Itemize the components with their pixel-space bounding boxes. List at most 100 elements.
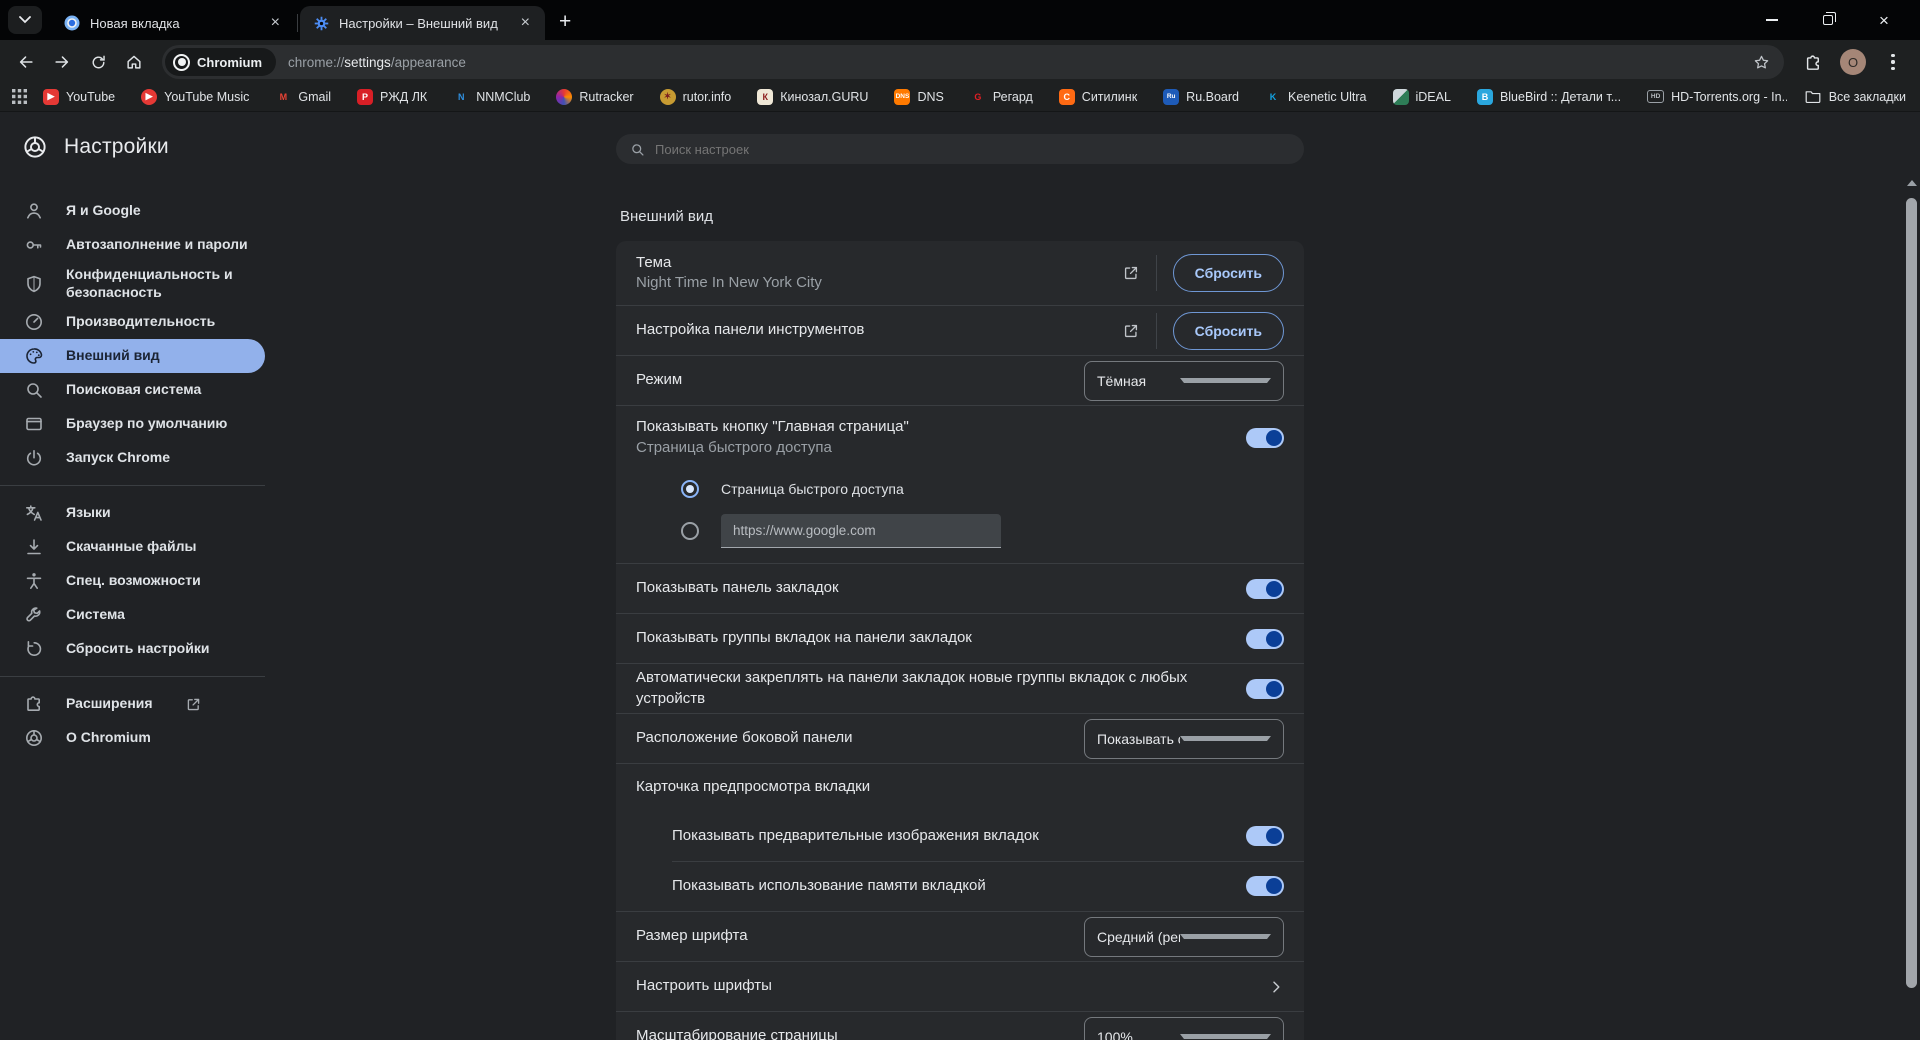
close-button[interactable]: × [1856, 0, 1912, 40]
tab-groups-toggle[interactable] [1246, 628, 1284, 649]
bookmark-item[interactable]: K Keenetic Ultra [1265, 89, 1367, 105]
row-tab-preview-header: Карточка предпросмотра вкладки [616, 763, 1304, 811]
address-bar[interactable]: Chromium chrome://settings/appearance [162, 45, 1784, 79]
sidebar-item-label: О Chromium [66, 729, 151, 746]
accessibility-icon [24, 571, 44, 591]
person-icon [24, 201, 44, 221]
home-url-input[interactable]: https://www.google.com [721, 514, 1001, 548]
bookmark-item[interactable]: G Регард [970, 89, 1033, 105]
scrollbar-thumb[interactable] [1906, 198, 1917, 988]
sidebar-item-wrench[interactable]: Система [0, 598, 265, 632]
sidebar-item-label: Я и Google [66, 202, 141, 219]
row-toolbar-customization[interactable]: Настройка панели инструментов Сбросить [616, 305, 1304, 355]
minimize-button[interactable] [1744, 0, 1800, 40]
bookmark-item[interactable]: ▶ YouTube Music [141, 88, 249, 105]
sidebar-item-download[interactable]: Скачанные файлы [0, 530, 265, 564]
bookmark-star-icon[interactable] [1743, 54, 1780, 71]
bookmark-item[interactable]: К Кинозал.GURU [757, 88, 868, 105]
tab-close-icon[interactable]: × [266, 13, 285, 33]
all-bookmarks-button[interactable]: Все закладки [1805, 90, 1906, 104]
forward-icon[interactable] [46, 46, 78, 78]
home-button-toggle[interactable] [1246, 427, 1284, 448]
bookmark-item[interactable]: ▶ YouTube [43, 88, 116, 105]
menu-dots-icon[interactable] [1876, 45, 1910, 79]
row-autopin-tab-groups: Автоматически закреплять на панели закла… [616, 663, 1304, 713]
bookmark-item[interactable]: N NNMClub [453, 89, 530, 105]
reset-theme-button[interactable]: Сбросить [1172, 254, 1284, 292]
page-zoom-select[interactable]: 100% [1084, 1016, 1284, 1040]
side-panel-select[interactable]: Показывать справа [1084, 718, 1284, 759]
settings-title: Настройки [64, 135, 169, 158]
apps-grid-icon[interactable] [12, 89, 27, 104]
gauge-icon [24, 312, 44, 332]
browser-toolbar: Chromium chrome://settings/appearance О [0, 40, 1920, 84]
sidebar-item-label: Автозаполнение и пароли [66, 236, 248, 253]
download-icon [24, 537, 44, 557]
font-size-select[interactable]: Средний (рекомендуется) [1084, 916, 1284, 957]
home-icon[interactable] [118, 46, 150, 78]
bookmark-item[interactable]: Ru Ru.Board [1163, 88, 1239, 105]
sidebar-item-chromium[interactable]: О Chromium [0, 721, 265, 755]
bookmark-item[interactable]: iDEAL [1392, 88, 1451, 105]
sidebar-item-puzzle[interactable]: Расширения [0, 687, 265, 721]
sidebar-item-search[interactable]: Поисковая система [0, 373, 265, 407]
tab-memory-toggle[interactable] [1246, 876, 1284, 896]
search-icon [630, 142, 645, 157]
sidebar-item-window[interactable]: Браузер по умолчанию [0, 407, 265, 441]
bookmark-item[interactable]: ✶ rutor.info [659, 88, 731, 105]
sidebar-item-power[interactable]: Запуск Chrome [0, 441, 265, 475]
tab-thumbnails-toggle[interactable] [1246, 826, 1284, 846]
bookmark-label: Регард [992, 89, 1033, 104]
sidebar-item-key[interactable]: Автозаполнение и пароли [0, 228, 265, 262]
tab-search-button[interactable] [8, 6, 42, 34]
sidebar-item-shield[interactable]: Конфиденциальность и безопасность [0, 262, 265, 305]
sidebar-item-label: Внешний вид [66, 347, 160, 364]
extensions-puzzle-icon[interactable] [1796, 45, 1830, 79]
sidebar-item-restore[interactable]: Сбросить настройки [0, 632, 265, 666]
bookmark-item[interactable]: Р РЖД ЛК [357, 88, 427, 105]
bookmark-item[interactable]: DNS DNS [894, 88, 944, 105]
restore-icon [24, 639, 44, 659]
bookmark-label: Ситилинк [1081, 89, 1138, 104]
back-icon[interactable] [10, 46, 42, 78]
bookmark-item[interactable]: B BlueBird :: Детали т... [1476, 88, 1621, 105]
row-theme[interactable]: Тема Night Time In New York City Сбросит… [616, 241, 1304, 305]
sidebar-item-gauge[interactable]: Производительность [0, 305, 265, 339]
settings-sidebar: Настройки Я и Google Автозаполнение и пар… [0, 112, 265, 1040]
site-chip[interactable]: Chromium [165, 48, 276, 76]
chevron-down-icon [1180, 934, 1271, 939]
maximize-restore-button[interactable] [1800, 0, 1856, 40]
row-label: Показывать панель закладок [636, 579, 839, 597]
option-ntp[interactable]: Страница быстрого доступа [681, 471, 1284, 507]
bookmark-label: Ru.Board [1186, 89, 1239, 104]
bookmark-item[interactable]: M Gmail [275, 89, 331, 105]
bookmark-item[interactable]: C Ситилинк [1058, 88, 1138, 105]
row-customize-fonts[interactable]: Настроить шрифты [616, 961, 1304, 1011]
settings-search-input[interactable] [655, 141, 1290, 157]
new-tab-button[interactable]: + [545, 10, 585, 34]
tab-close-icon[interactable]: × [516, 13, 535, 33]
bookmark-item[interactable]: HD HD-Torrents.org - In... [1647, 90, 1787, 104]
bookmark-favicon: ▶ [43, 88, 59, 105]
reset-toolbar-button[interactable]: Сбросить [1172, 311, 1284, 350]
sidebar-item-palette[interactable]: Внешний вид [0, 339, 265, 373]
bookmark-label: YouTube [66, 89, 116, 104]
sidebar-item-accessibility[interactable]: Спец. возможности [0, 564, 265, 598]
tab-new-tab-page[interactable]: Новая вкладка × [50, 6, 295, 40]
bookmarks-bar: ▶ YouTube ▶ YouTube Music M Gmail Р РЖД ЛК N NNMC… [0, 84, 1920, 112]
radio-selected-icon[interactable] [681, 480, 699, 498]
bookmarks-bar-toggle[interactable] [1246, 578, 1284, 599]
sidebar-item-translate[interactable]: Языки [0, 496, 265, 530]
option-custom-url[interactable]: https://www.google.com [681, 513, 1284, 549]
mode-select[interactable]: Тёмная [1084, 360, 1284, 401]
settings-search[interactable] [616, 134, 1304, 164]
bookmark-item[interactable]: Rutracker [556, 88, 634, 105]
autopin-toggle[interactable] [1246, 678, 1284, 699]
tab-settings[interactable]: Настройки – Внешний вид × [300, 6, 545, 40]
reload-icon[interactable] [82, 46, 114, 78]
radio-unselected-icon[interactable] [681, 522, 699, 540]
scroll-up-arrow[interactable] [1907, 180, 1917, 186]
profile-avatar[interactable]: О [1840, 49, 1866, 75]
scrollbar[interactable] [1906, 112, 1918, 1040]
sidebar-item-person[interactable]: Я и Google [0, 194, 265, 228]
